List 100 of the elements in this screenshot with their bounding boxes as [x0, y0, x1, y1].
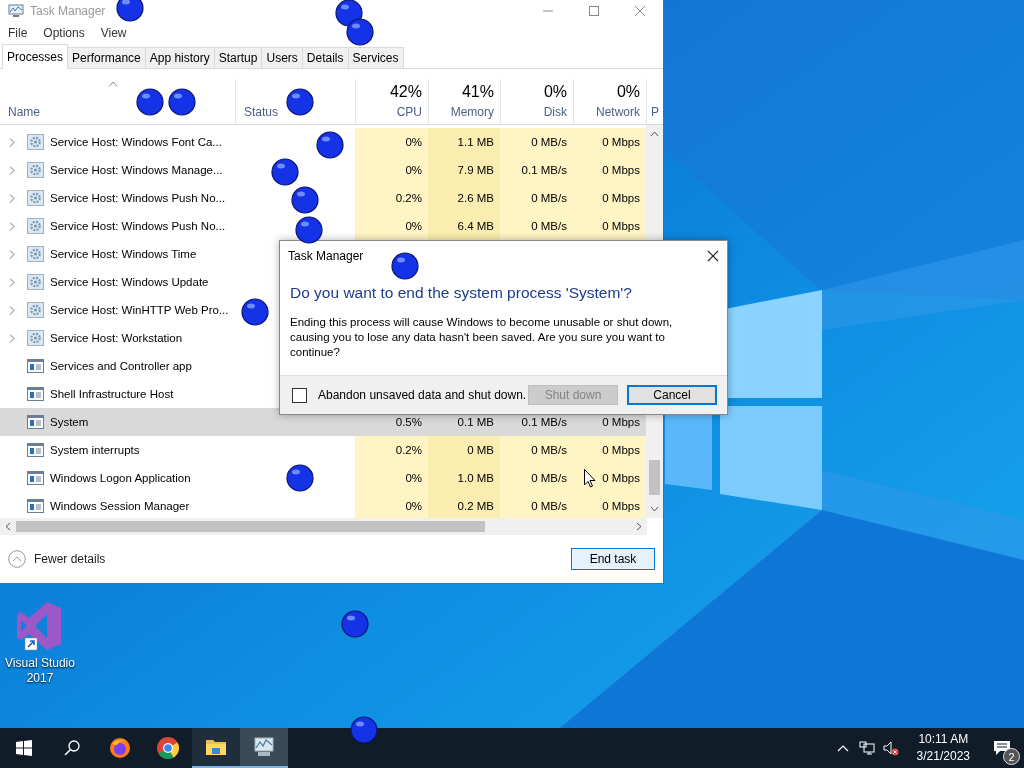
gear-icon — [27, 190, 44, 206]
scroll-left-icon[interactable] — [5, 522, 11, 531]
monitor-chart-icon[interactable] — [252, 735, 276, 759]
collapse-icon — [8, 550, 26, 568]
search-icon[interactable] — [64, 740, 80, 756]
close-icon[interactable] — [707, 250, 719, 262]
network-icon[interactable] — [858, 741, 875, 755]
column-header[interactable]: Disk — [543, 105, 567, 119]
checkbox-label[interactable]: Abandon unsaved data and shut down. — [318, 388, 527, 402]
process-name: Windows Session Manager — [50, 500, 190, 512]
blob-icon — [241, 298, 269, 326]
blob-icon — [271, 158, 299, 186]
tab[interactable]: App history — [144, 47, 215, 68]
window-icon — [27, 386, 44, 402]
windows-start-icon[interactable] — [16, 740, 32, 756]
table-cell: 0% — [355, 128, 428, 156]
maximize-icon[interactable] — [588, 6, 600, 16]
blob-icon — [286, 88, 314, 116]
firefox-icon[interactable] — [108, 736, 132, 760]
column-header[interactable]: P — [651, 105, 657, 119]
gear-icon — [27, 330, 44, 346]
process-name: Service Host: Windows Manage... — [50, 164, 223, 176]
column-total: 42% — [389, 83, 422, 101]
window-icon — [27, 358, 44, 374]
tab[interactable]: Performance — [67, 47, 146, 68]
end-task-button[interactable]: End task — [571, 548, 655, 570]
table-cell: 0% — [355, 212, 428, 240]
tab[interactable]: Users — [261, 47, 303, 68]
notification-count: 2 — [1003, 748, 1020, 765]
blob-icon — [136, 88, 164, 116]
process-name: Services and Controller app — [50, 360, 192, 372]
tab[interactable]: Details — [301, 47, 349, 68]
scroll-thumb[interactable] — [16, 521, 485, 532]
scroll-down-icon[interactable] — [650, 506, 659, 512]
table-cell: 7.9 MB — [428, 156, 500, 184]
process-name: System interrupts — [50, 444, 140, 456]
table-cell: 0 MB/s — [500, 492, 573, 518]
dialog-heading: Do you want to end the system process 'System'? — [289, 283, 633, 302]
table-cell: 0 MB — [428, 436, 500, 464]
process-name: Shell Infrastructure Host — [50, 388, 174, 400]
blob-icon — [350, 716, 378, 744]
table-cell: 6.4 MB — [428, 212, 500, 240]
tab[interactable]: Processes — [2, 44, 69, 69]
table-cell: 0.2% — [355, 184, 428, 212]
process-name: Service Host: Windows Push No... — [50, 220, 226, 232]
table-cell: 0 Mbps — [573, 436, 646, 464]
dialog-title: Task Manager — [288, 249, 364, 263]
scroll-up-icon[interactable] — [650, 131, 659, 137]
scroll-thumb[interactable] — [649, 460, 661, 495]
table-cell: 0.1 MB/s — [500, 156, 573, 184]
sort-caret-icon — [108, 81, 118, 87]
gear-icon — [27, 162, 44, 178]
blob-icon — [346, 18, 374, 46]
menu-item[interactable]: Options — [43, 26, 85, 40]
window-icon — [27, 414, 44, 430]
column-header[interactable]: CPU — [396, 105, 422, 119]
gear-icon — [27, 274, 44, 290]
column-header[interactable]: Name — [8, 105, 229, 119]
clock-time[interactable]: 10:11 AM — [918, 731, 969, 748]
tab[interactable]: Startup — [213, 47, 263, 68]
blob-icon — [286, 464, 314, 492]
blob-icon — [291, 186, 319, 214]
tab[interactable]: Services — [347, 47, 404, 68]
clock-date[interactable]: 3/21/2023 — [916, 748, 970, 765]
process-name: Service Host: Windows Font Ca... — [50, 136, 222, 148]
column-total: 0% — [616, 83, 640, 101]
gear-icon — [27, 246, 44, 262]
table-cell: 0 Mbps — [573, 128, 646, 156]
horizontal-scrollbar[interactable] — [0, 518, 647, 535]
table-cell: 0 MB/s — [500, 128, 573, 156]
dialog-button[interactable]: Cancel — [627, 385, 717, 405]
dialog-message: Ending this process will cause Windows to become unusable or shut down, causing you to lose any data hasn't been saved. Are you sure you want to continue? — [289, 315, 674, 360]
monitor-chart-icon — [8, 4, 24, 18]
table-cell: 0 Mbps — [573, 156, 646, 184]
desktop-icon-label[interactable]: Visual Studio 2017 — [5, 656, 75, 686]
scroll-right-icon[interactable] — [636, 522, 642, 531]
dialog-button: Shut down — [528, 385, 618, 405]
menu-item[interactable]: View — [100, 26, 127, 40]
chevron-up-icon[interactable] — [836, 744, 849, 752]
checkbox[interactable] — [292, 387, 307, 403]
menu-item[interactable]: File — [8, 26, 28, 40]
gear-icon — [27, 218, 44, 234]
table-cell: 0% — [355, 156, 428, 184]
table-cell: 0% — [355, 492, 428, 518]
chrome-icon[interactable] — [156, 736, 180, 760]
blob-icon — [295, 216, 323, 244]
table-cell: 0.2% — [355, 436, 428, 464]
table-cell: 0 MB/s — [500, 436, 573, 464]
column-total: 0% — [543, 83, 567, 101]
speaker-muted-icon[interactable] — [882, 740, 899, 756]
mouse-cursor-icon — [584, 469, 596, 488]
process-name: Service Host: Windows Update — [50, 276, 209, 288]
column-header[interactable]: Network — [596, 105, 640, 119]
column-header[interactable]: Status — [244, 105, 349, 119]
window-icon — [27, 442, 44, 458]
table-cell: 0 MB/s — [500, 212, 573, 240]
table-cell: 0.2 MB — [428, 492, 500, 518]
blob-icon — [341, 610, 369, 638]
column-header[interactable]: Memory — [450, 105, 494, 119]
fewer-details-link[interactable]: Fewer details — [8, 550, 106, 568]
